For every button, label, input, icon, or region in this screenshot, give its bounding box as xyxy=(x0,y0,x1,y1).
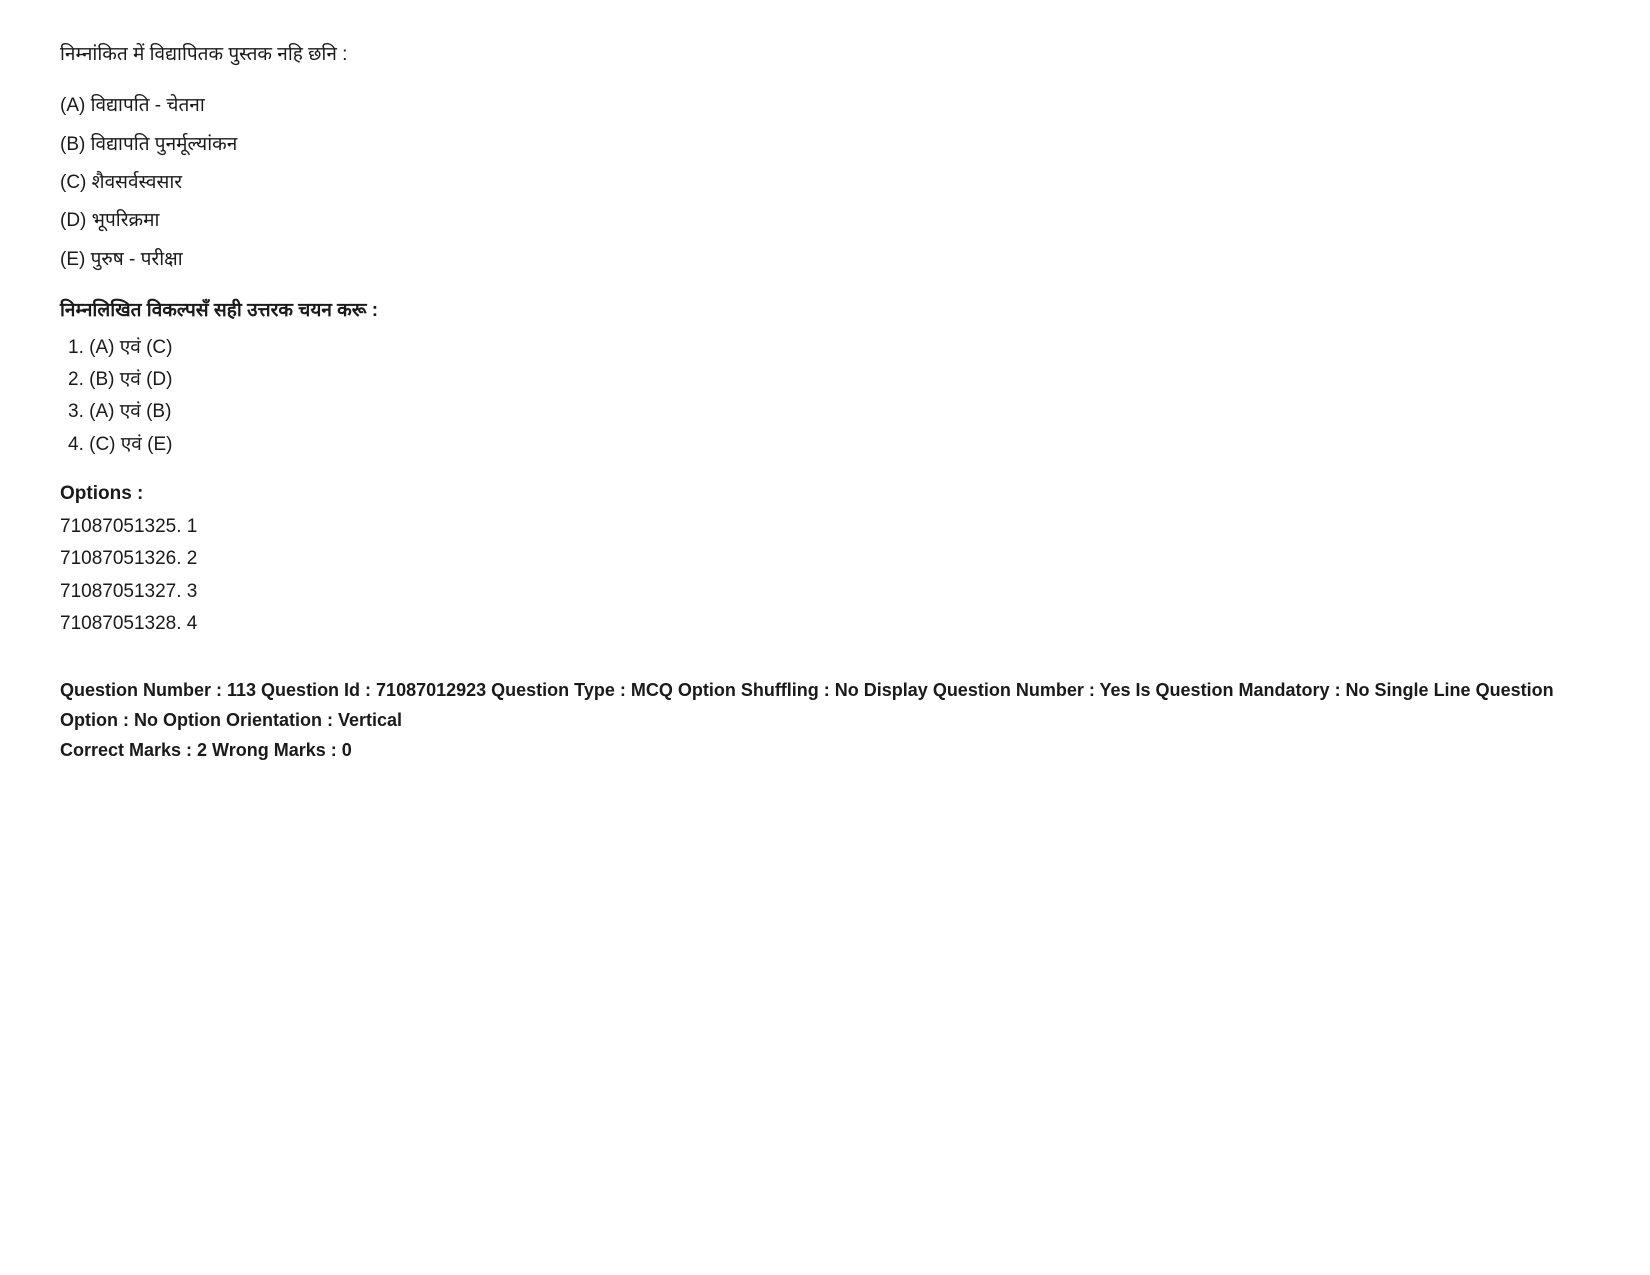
option-c: (C) शैवसर्वस्वसार xyxy=(60,167,1590,199)
option-id-3: 71087051327. 3 xyxy=(60,576,1590,608)
option-e: (E) पुरुष - परीक्षा xyxy=(60,244,1590,276)
instructions-label: निम्नलिखित विकल्पसँ सही उत्तरक चयन करू : xyxy=(60,296,1590,322)
option-id-2: 71087051326. 2 xyxy=(60,543,1590,575)
option-id-4: 71087051328. 4 xyxy=(60,608,1590,640)
option-d: (D) भूपरिक्रमा xyxy=(60,205,1590,237)
answer-1: 1. (A) एवं (C) xyxy=(68,332,1590,364)
question-meta: Question Number : 113 Question Id : 7108… xyxy=(60,676,1590,735)
numbered-answers: 1. (A) एवं (C) 2. (B) एवं (D) 3. (A) एवं… xyxy=(60,332,1590,461)
marks-info: Correct Marks : 2 Wrong Marks : 0 xyxy=(60,740,1590,761)
option-a: (A) विद्यापति - चेतना xyxy=(60,90,1590,122)
options-header: Options : xyxy=(60,483,1590,505)
meta-section: Question Number : 113 Question Id : 7108… xyxy=(60,676,1590,760)
answer-3: 3. (A) एवं (B) xyxy=(68,396,1590,428)
question-intro: निम्नांकित में विद्यापितक पुस्तक नहि छनि… xyxy=(60,40,1590,70)
question-container: निम्नांकित में विद्यापितक पुस्तक नहि छनि… xyxy=(60,40,1590,761)
option-b: (B) विद्यापति पुनर्मूल्यांकन xyxy=(60,129,1590,161)
answer-4: 4. (C) एवं (E) xyxy=(68,429,1590,461)
answer-2: 2. (B) एवं (D) xyxy=(68,364,1590,396)
option-id-1: 71087051325. 1 xyxy=(60,511,1590,543)
options-section: Options : 71087051325. 1 71087051326. 2 … xyxy=(60,483,1590,640)
